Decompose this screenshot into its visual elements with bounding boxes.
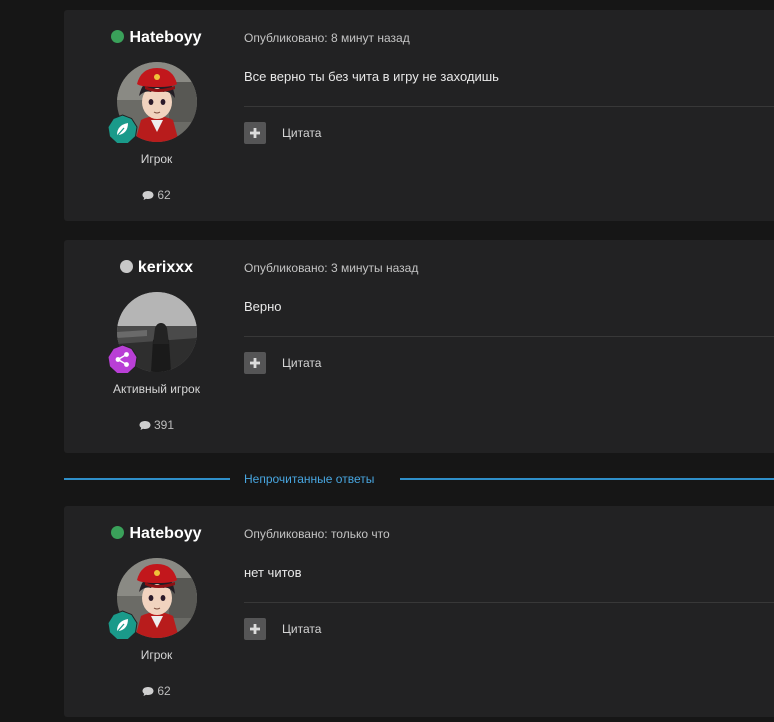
- post-meta[interactable]: Опубликовано: 8 минут назад: [244, 31, 410, 45]
- comment-bubble-icon: [142, 189, 154, 205]
- comment-bubble-icon: [142, 685, 154, 701]
- author-name-text[interactable]: kerixxx: [138, 259, 193, 276]
- post-meta[interactable]: Опубликовано: только что: [244, 527, 390, 541]
- rank-title: Игрок: [140, 152, 173, 166]
- rank-badge: [107, 610, 138, 641]
- post-body: нет читов: [244, 565, 302, 580]
- unread-separator-line: [64, 478, 230, 480]
- quote-label[interactable]: Цитата: [282, 126, 321, 140]
- rank-badge: [107, 344, 138, 375]
- post-author-panel: Hateboyy Игрок 62: [64, 10, 249, 221]
- quote-button[interactable]: Цитата: [244, 352, 321, 374]
- unread-separator: Непрочитанные ответы: [64, 471, 774, 487]
- post-count-value[interactable]: 62: [157, 684, 170, 698]
- unread-separator-line: [400, 478, 774, 480]
- post-content: Опубликовано: только что нет читов Цитат…: [244, 506, 774, 717]
- rank-title: Игрок: [140, 648, 173, 662]
- online-status-icon: [111, 526, 125, 539]
- author-name[interactable]: Hateboyy: [64, 28, 249, 48]
- post-count[interactable]: 391: [64, 417, 249, 435]
- post-author-panel: kerixxx Активный игрок 391: [64, 240, 249, 453]
- post: kerixxx Активный игрок 391 Опубликовано:…: [64, 240, 774, 453]
- offline-status-icon: [119, 260, 133, 273]
- post-body: Все верно ты без чита в игру не заходишь: [244, 69, 499, 84]
- author-name-text[interactable]: Hateboyy: [129, 29, 201, 46]
- post-content: Опубликовано: 3 минуты назад Верно Цитат…: [244, 240, 774, 453]
- post-content: Опубликовано: 8 минут назад Все верно ты…: [244, 10, 774, 221]
- divider: [244, 106, 774, 107]
- author-name[interactable]: Hateboyy: [64, 524, 249, 544]
- post-count[interactable]: 62: [64, 187, 249, 205]
- unread-separator-label: Непрочитанные ответы: [244, 472, 375, 486]
- post-meta[interactable]: Опубликовано: 3 минуты назад: [244, 261, 418, 275]
- post-count-value[interactable]: 62: [157, 188, 170, 202]
- rank-badge: [107, 114, 138, 145]
- plus-icon[interactable]: [244, 618, 266, 640]
- post-body: Верно: [244, 299, 282, 314]
- divider: [244, 602, 774, 603]
- quote-button[interactable]: Цитата: [244, 122, 321, 144]
- rank-title: Активный игрок: [113, 382, 200, 396]
- post-author-panel: Hateboyy Игрок 62: [64, 506, 249, 717]
- post-count[interactable]: 62: [64, 683, 249, 701]
- post-count-value[interactable]: 391: [154, 418, 174, 432]
- post: Hateboyy: [64, 506, 774, 717]
- comment-bubble-icon: [139, 419, 151, 435]
- quote-button[interactable]: Цитата: [244, 618, 321, 640]
- quote-label[interactable]: Цитата: [282, 622, 321, 636]
- post: Hateboyy: [64, 10, 774, 221]
- author-name[interactable]: kerixxx: [64, 258, 249, 278]
- author-name-text[interactable]: Hateboyy: [129, 525, 201, 542]
- divider: [244, 336, 774, 337]
- plus-icon[interactable]: [244, 352, 266, 374]
- quote-label[interactable]: Цитата: [282, 356, 321, 370]
- topic-page: Hateboyy Игрок 62 Опубликовано: 8 минут …: [0, 0, 774, 722]
- online-status-icon: [111, 30, 125, 43]
- plus-icon[interactable]: [244, 122, 266, 144]
